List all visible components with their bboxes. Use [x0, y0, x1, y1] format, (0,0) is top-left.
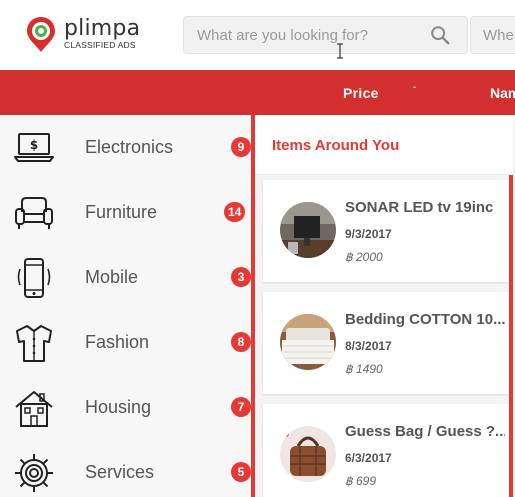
item-thumbnail-bedding [280, 314, 336, 370]
category-count-badge: 3 [231, 267, 251, 287]
text-cursor-icon [337, 43, 343, 59]
item-card[interactable]: Bedding COTTON 10... 8/3/2017 ฿ 1490 [263, 292, 509, 394]
location-pin-logo-icon [27, 17, 55, 52]
item-title: SONAR LED tv 19inc [345, 199, 494, 216]
sort-bar: Price ˇ Name [0, 70, 515, 115]
header: plimpa CLASSIFIED ADS [0, 0, 515, 70]
item-title: Guess Bag / Guess ?... [345, 423, 505, 440]
svg-text:$: $ [30, 138, 38, 152]
category-label: Services [85, 462, 155, 482]
search-icon[interactable] [429, 24, 451, 46]
page-title: Items Around You [272, 137, 400, 154]
item-thumbnail-bag [280, 426, 336, 482]
category-label: Electronics [85, 137, 174, 157]
item-card[interactable]: SONAR LED tv 19inc 9/3/2017 ฿ 2000 [263, 180, 509, 282]
category-item-fashion[interactable]: Fashion 8 [0, 310, 252, 375]
item-price: ฿ 1490 [345, 362, 383, 376]
category-count-badge: 9 [231, 137, 251, 157]
category-sidebar: $ Electronics 9 Furniture 14 Mobile 3 Fa… [0, 115, 252, 497]
category-label: Housing [85, 397, 152, 417]
brand-name: plimpa [64, 16, 141, 41]
location-input[interactable] [471, 17, 515, 53]
item-title: Bedding COTTON 10... [345, 311, 505, 328]
gear-icon [15, 454, 53, 492]
category-count-badge: 7 [231, 397, 251, 417]
sort-name-button[interactable]: Name [490, 85, 515, 101]
category-label: Fashion [85, 332, 150, 352]
sort-price-button[interactable]: Price [343, 85, 379, 101]
items-panel: Items Around You SONAR LED tv 19inc 9/3/… [255, 115, 515, 497]
category-count-badge: 14 [224, 202, 246, 222]
category-item-mobile[interactable]: Mobile 3 [0, 245, 252, 310]
item-price: ฿ 699 [345, 474, 376, 488]
scrollbar[interactable] [509, 175, 513, 497]
search-input[interactable] [184, 17, 424, 53]
category-label: Furniture [85, 202, 158, 222]
item-card[interactable]: Guess Bag / Guess ?... 6/3/2017 ฿ 699 [263, 404, 509, 497]
category-item-furniture[interactable]: Furniture 14 [0, 180, 252, 245]
item-date: 6/3/2017 [345, 451, 392, 465]
category-item-housing[interactable]: Housing 7 [0, 375, 252, 440]
search-box [183, 16, 468, 54]
app-window: plimpa CLASSIFIED ADS Price ˇ Name [0, 0, 515, 497]
item-date: 9/3/2017 [345, 227, 392, 241]
item-date: 8/3/2017 [345, 339, 392, 353]
item-price: ฿ 2000 [345, 250, 383, 264]
brand-tagline: CLASSIFIED ADS [64, 40, 136, 50]
house-icon [15, 391, 53, 427]
mobile-phone-icon [17, 258, 51, 298]
category-count-badge: 8 [231, 332, 251, 352]
chevron-down-icon[interactable]: ˇ [413, 86, 416, 97]
category-label: Mobile [85, 267, 139, 287]
category-count-badge: 5 [231, 462, 251, 482]
item-thumbnail-tv [280, 202, 336, 258]
logo[interactable]: plimpa CLASSIFIED ADS [24, 15, 164, 55]
sofa-icon [15, 197, 53, 229]
laptop-icon: $ [14, 133, 54, 162]
location-box [470, 16, 515, 54]
items-header: Items Around You [255, 115, 513, 175]
category-item-services[interactable]: Services 5 [0, 440, 252, 497]
category-item-electronics[interactable]: $ Electronics 9 [0, 115, 252, 180]
shirt-icon [16, 325, 52, 362]
